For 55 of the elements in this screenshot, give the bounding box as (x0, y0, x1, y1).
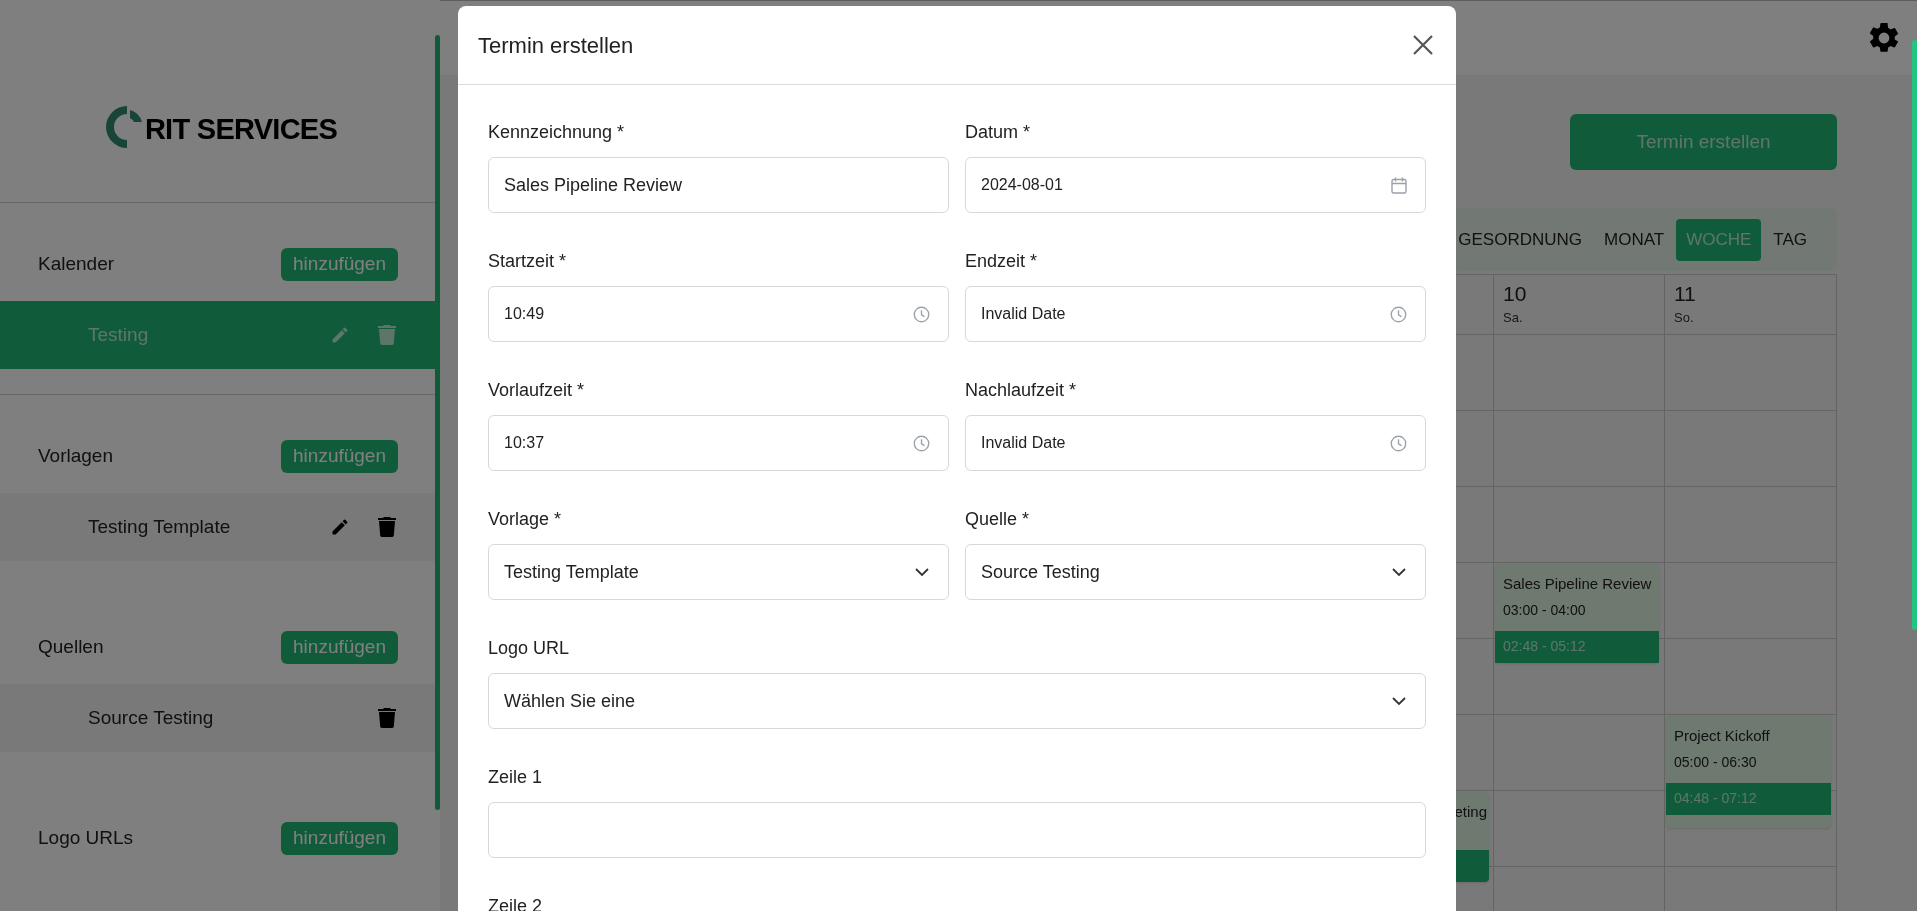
input-field[interactable]: Sales Pipeline Review (488, 157, 949, 213)
event-title: eting (1454, 802, 1488, 822)
clock-icon (913, 305, 930, 323)
event-buffer: 02:48 - 05:12 (1503, 637, 1586, 656)
delete-icon[interactable] (378, 708, 396, 728)
event-card[interactable]: eting (1454, 792, 1489, 882)
field-label: Vorlage * (488, 508, 563, 530)
field-label: Kennzeichnung * (488, 121, 626, 143)
field-label: Startzeit * (488, 250, 568, 272)
view-tab[interactable]: MONAT (1594, 218, 1675, 261)
time-field[interactable]: 10:37 (488, 415, 949, 471)
view-tab[interactable]: TAG (1763, 218, 1817, 261)
event-title: Project Kickoff (1673, 726, 1771, 746)
input-field[interactable] (488, 802, 1426, 858)
section-title: Kalender (38, 252, 115, 277)
field-label: Vorlaufzeit * (488, 379, 586, 401)
event-title: Sales Pipeline Review (1502, 574, 1653, 594)
section-title: Vorlagen (38, 444, 113, 469)
clock-icon (1390, 434, 1407, 452)
day-name: So. (1674, 309, 1695, 327)
field-label: Quelle * (965, 508, 1031, 530)
field-label: Zeile 1 (488, 766, 544, 788)
field-label: Endzeit * (965, 250, 1039, 272)
field-label: Nachlaufzeit * (965, 379, 1078, 401)
event-time: 05:00 - 06:30 (1673, 752, 1758, 772)
view-tab[interactable]: GESORDNUNG (1458, 218, 1592, 261)
event-card[interactable]: Project Kickoff 05:00 - 06:30 04:48 - 07:12 (1666, 716, 1831, 828)
section-title: Quellen (38, 635, 104, 660)
event-card[interactable]: Sales Pipeline Review 03:00 - 04:00 02:48 - 05:12 (1495, 564, 1659, 663)
time-field[interactable]: 10:49 (488, 286, 949, 342)
chevron-down-icon (1391, 696, 1407, 706)
date-field[interactable]: 2024-08-01 (965, 157, 1426, 213)
day-name: Sa. (1503, 309, 1524, 327)
event-time: 03:00 - 04:00 (1502, 600, 1587, 620)
chevron-down-icon (914, 567, 930, 577)
dropdown[interactable]: Testing Template (488, 544, 949, 600)
event-buffer: 04:48 - 07:12 (1674, 789, 1757, 808)
dropdown[interactable]: Wählen Sie eine (488, 673, 1426, 729)
section-title: Logo URLs (38, 826, 134, 851)
dialog-title: Termin erstellen (478, 31, 634, 60)
day-number: 11 (1674, 281, 1697, 307)
time-field[interactable]: Invalid Date (965, 415, 1426, 471)
calendar-icon (1391, 176, 1407, 194)
clock-icon (1390, 305, 1407, 323)
dropdown[interactable]: Source Testing (965, 544, 1426, 600)
close-icon[interactable] (1412, 34, 1434, 56)
field-label: Logo URL (488, 637, 571, 659)
delete-icon[interactable] (378, 517, 396, 537)
day-number: 10 (1503, 281, 1528, 307)
clock-icon (913, 434, 930, 452)
edit-icon[interactable] (330, 517, 350, 537)
field-label: Datum * (965, 121, 1032, 143)
time-field[interactable]: Invalid Date (965, 286, 1426, 342)
chevron-down-icon (1391, 567, 1407, 577)
logo-text: RIT SERVICES (144, 112, 338, 148)
